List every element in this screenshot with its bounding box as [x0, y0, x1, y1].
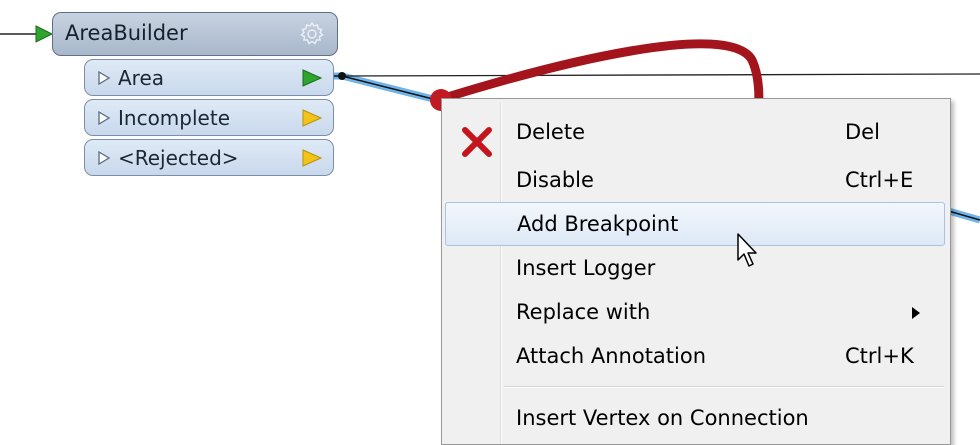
menu-item-label: Insert Vertex on Connection: [516, 406, 809, 430]
connection-vertex[interactable]: [338, 72, 346, 80]
menu-item-label: Attach Annotation: [516, 344, 707, 368]
menu-separator: [504, 386, 944, 388]
mouse-cursor-icon: [737, 233, 757, 267]
menu-item-label: Disable: [516, 168, 594, 192]
transformer-title: AreaBuilder: [65, 21, 188, 45]
gear-icon[interactable]: [299, 21, 325, 47]
menu-item-label: Add Breakpoint: [517, 212, 679, 236]
menu-item-add-breakpoint[interactable]: Add Breakpoint: [445, 202, 945, 246]
expand-triangle-icon[interactable]: [97, 150, 111, 166]
menu-item-label: Insert Logger: [516, 256, 656, 280]
submenu-arrow-icon: [912, 307, 920, 319]
menu-item-label: Replace with: [516, 300, 651, 324]
other-connection-line[interactable]: [341, 73, 980, 77]
output-port-incomplete[interactable]: Incomplete: [84, 99, 334, 136]
menu-item-replace-with[interactable]: Replace with: [445, 291, 945, 335]
transformer-areabuilder[interactable]: AreaBuilder: [52, 12, 338, 56]
output-port-green-icon[interactable]: [301, 68, 323, 88]
output-port-rejected[interactable]: <Rejected>: [84, 139, 334, 176]
menu-item-insert-logger[interactable]: Insert Logger: [445, 247, 945, 291]
port-label: Area: [118, 66, 165, 90]
output-port-yellow-icon[interactable]: [301, 108, 323, 128]
expand-triangle-icon[interactable]: [97, 110, 111, 126]
delete-x-icon: [462, 127, 492, 157]
context-menu: Delete Del Disable Ctrl+E Add Breakpoint…: [441, 98, 951, 445]
menu-item-shortcut: Ctrl+E: [845, 168, 914, 192]
input-port-icon[interactable]: [34, 24, 54, 44]
menu-item-insert-vertex[interactable]: Insert Vertex on Connection: [445, 397, 945, 441]
port-label: Incomplete: [118, 106, 230, 130]
menu-item-disable[interactable]: Disable Ctrl+E: [445, 159, 945, 203]
menu-item-shortcut: Del: [845, 120, 880, 144]
menu-item-attach-annotation[interactable]: Attach Annotation Ctrl+K: [445, 335, 945, 379]
port-label: <Rejected>: [118, 146, 239, 170]
selected-connection-highlight[interactable]: [316, 72, 445, 105]
menu-item-delete[interactable]: Delete Del: [445, 111, 945, 157]
output-port-area[interactable]: Area: [84, 59, 334, 96]
expand-triangle-icon[interactable]: [97, 70, 111, 86]
menu-item-shortcut: Ctrl+K: [845, 344, 914, 368]
menu-item-label: Delete: [516, 120, 585, 144]
output-port-yellow-icon[interactable]: [301, 148, 323, 168]
